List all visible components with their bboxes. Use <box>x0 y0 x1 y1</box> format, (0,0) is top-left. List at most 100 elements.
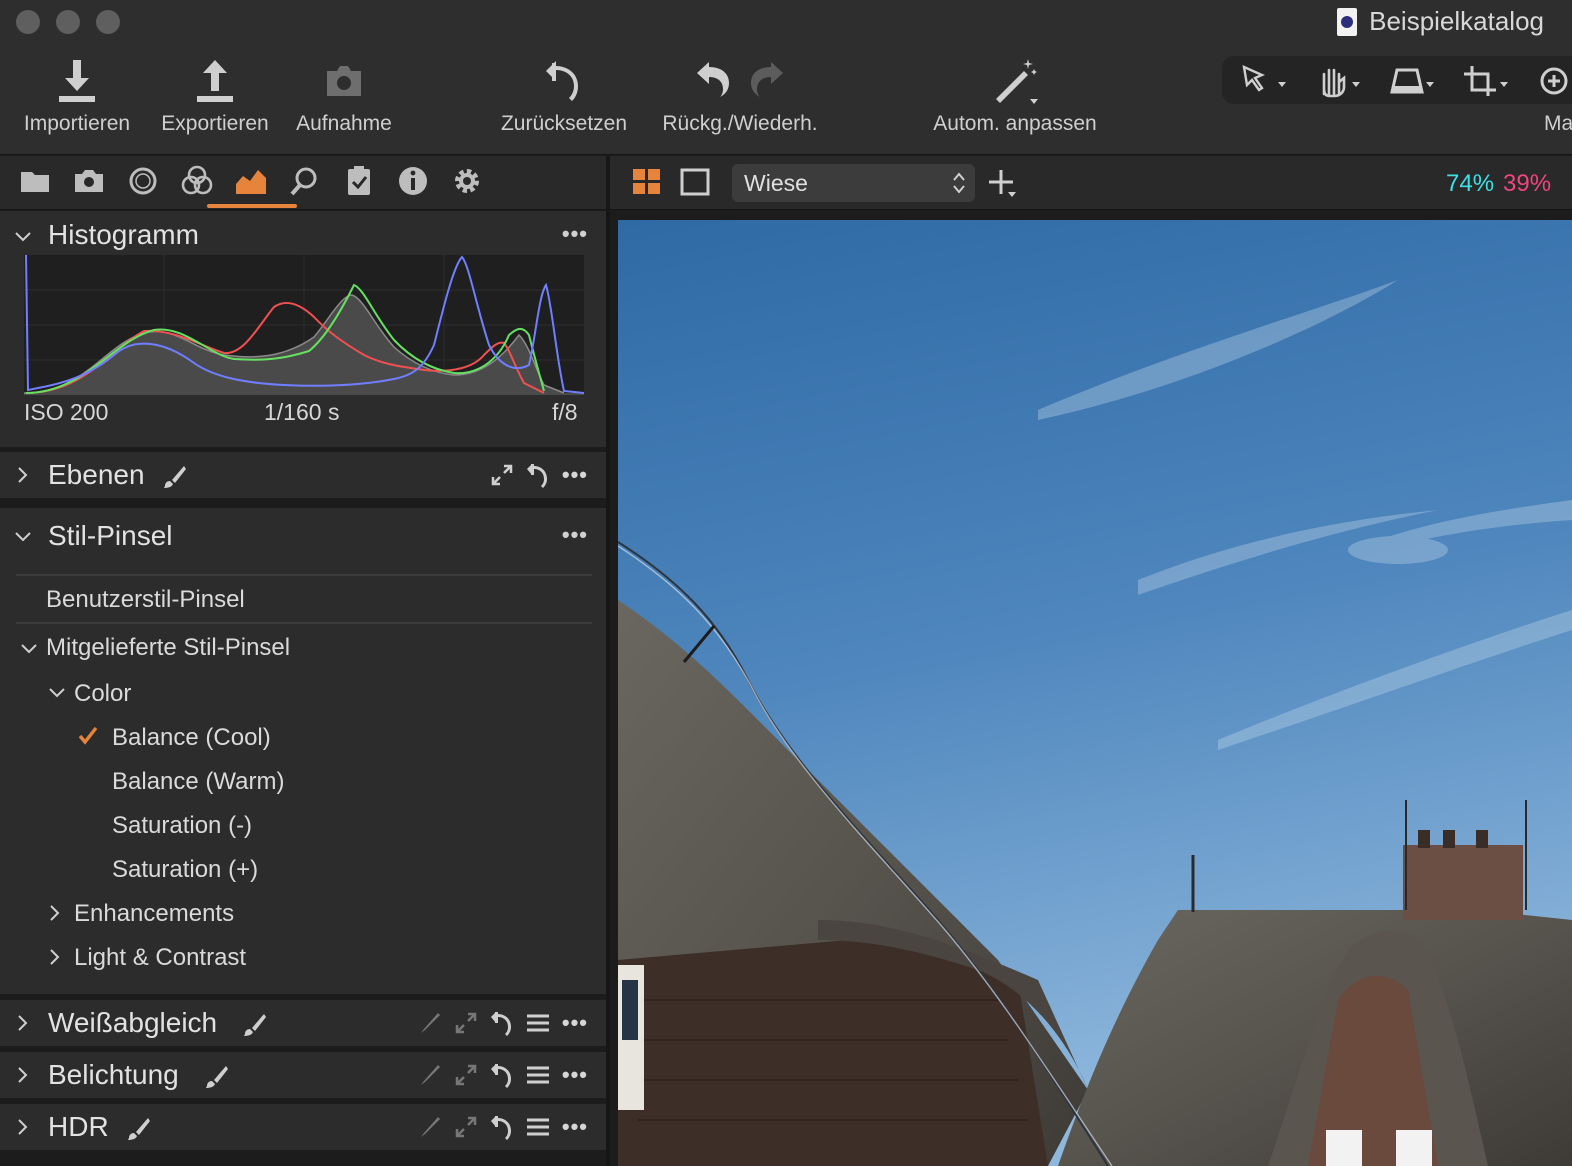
white-balance-panel[interactable]: Weißabgleich ••• <box>0 1000 606 1046</box>
histogram-aperture: f/8 <box>552 399 578 425</box>
panel-more-icon[interactable]: ••• <box>562 1010 588 1036</box>
histogram-title: Histogramm <box>48 219 199 250</box>
builtin-style-brushes-group[interactable]: Mitgelieferte Stil-Pinsel <box>46 634 290 662</box>
brush-icon <box>204 1064 230 1095</box>
layers-more-icon[interactable]: ••• <box>562 462 588 488</box>
export-button[interactable]: Exportieren <box>150 50 280 136</box>
more-tools-label: Ma <box>1544 112 1572 136</box>
stepper-icon <box>953 172 965 194</box>
panel-more-icon[interactable]: ••• <box>562 1114 588 1140</box>
reset-icon[interactable] <box>490 1062 514 1088</box>
close-window-button[interactable] <box>16 10 40 34</box>
reset-icon[interactable] <box>490 1114 514 1140</box>
presets-menu-icon[interactable] <box>526 1065 550 1085</box>
enhancements-group[interactable]: Enhancements <box>74 900 234 928</box>
import-icon <box>12 50 142 112</box>
exposure-panel-title: Belichtung <box>48 1059 179 1090</box>
crop-icon[interactable] <box>1462 64 1512 103</box>
grid-view-icon[interactable] <box>632 168 662 196</box>
exposure-panel[interactable]: Belichtung ••• <box>0 1052 606 1098</box>
panel-more-icon[interactable]: ••• <box>562 1062 588 1088</box>
reset-icon <box>490 50 638 112</box>
more-tools-text: Ma <box>1544 112 1572 135</box>
auto-adjust-label: Autom. anpassen <box>933 112 1097 135</box>
export-icon <box>150 50 280 112</box>
chevron-down-icon[interactable] <box>14 528 32 546</box>
auto-adjust-button[interactable]: Autom. anpassen <box>920 50 1110 136</box>
user-style-brushes-item[interactable]: Benutzerstil-Pinsel <box>46 586 245 614</box>
histogram-graph <box>24 255 584 395</box>
light-contrast-group[interactable]: Light & Contrast <box>74 944 246 972</box>
reset-button[interactable]: Zurücksetzen <box>490 50 638 136</box>
camera-icon <box>285 50 403 112</box>
histogram-panel: Histogramm ••• ISO 200 1/160 s f/8 <box>0 211 606 447</box>
reset-label: Zurücksetzen <box>500 112 628 135</box>
expand-icon[interactable] <box>454 1011 478 1035</box>
reset-icon[interactable] <box>490 1010 514 1036</box>
picker-icon[interactable] <box>418 1063 442 1087</box>
panel-separator <box>0 1150 606 1156</box>
keystone-icon[interactable] <box>1388 64 1438 103</box>
import-button[interactable]: Importieren <box>12 50 142 136</box>
info-icon[interactable] <box>396 164 430 198</box>
capture-label: Aufnahme <box>296 112 392 135</box>
add-icon[interactable] <box>988 168 1018 198</box>
style-item-saturation-plus[interactable]: Saturation (+) <box>112 856 258 884</box>
undo-icon[interactable] <box>695 58 729 104</box>
picker-icon[interactable] <box>418 1115 442 1139</box>
undo-redo-label: Rückg./Wiederh. <box>662 112 818 135</box>
photo-canvas[interactable] <box>618 220 1572 1166</box>
search-icon[interactable] <box>288 164 322 198</box>
library-icon[interactable] <box>18 164 52 198</box>
color-icon[interactable] <box>180 164 214 198</box>
pan-hand-icon[interactable] <box>1314 64 1364 103</box>
color-group[interactable]: Color <box>74 680 131 708</box>
settings-icon[interactable] <box>450 164 484 198</box>
histogram-more-icon[interactable]: ••• <box>562 221 588 247</box>
histogram-iso: ISO 200 <box>24 399 109 425</box>
single-view-icon[interactable] <box>680 168 710 196</box>
chevron-down-icon[interactable] <box>20 640 38 658</box>
expand-icon[interactable] <box>454 1063 478 1087</box>
import-label: Importieren <box>23 112 131 135</box>
zoom-window-button[interactable] <box>96 10 120 34</box>
presets-menu-icon[interactable] <box>526 1117 550 1137</box>
cursor-tools-group <box>1222 56 1572 104</box>
chevron-right-icon[interactable] <box>46 948 64 966</box>
presets-menu-icon[interactable] <box>526 1013 550 1033</box>
chevron-down-icon[interactable] <box>14 228 32 246</box>
chevron-right-icon[interactable] <box>14 466 32 484</box>
style-brushes-more-icon[interactable]: ••• <box>562 522 588 548</box>
chevron-right-icon[interactable] <box>14 1118 32 1136</box>
chevron-down-icon[interactable] <box>48 684 66 702</box>
style-item-balance-cool[interactable]: Balance (Cool) <box>112 724 271 752</box>
hdr-panel[interactable]: HDR ••• <box>0 1104 606 1150</box>
style-item-balance-warm[interactable]: Balance (Warm) <box>112 768 284 796</box>
minimize-window-button[interactable] <box>56 10 80 34</box>
layers-panel[interactable]: Ebenen ••• <box>0 452 606 498</box>
chevron-right-icon[interactable] <box>14 1066 32 1084</box>
lens-icon[interactable] <box>126 164 160 198</box>
catalog-document-icon <box>1337 7 1358 36</box>
focus-percentage-b: 39% <box>1503 170 1552 197</box>
magic-wand-icon <box>920 50 1110 112</box>
redo-icon[interactable] <box>751 58 785 104</box>
brush-icon <box>164 466 186 488</box>
style-brushes-title: Stil-Pinsel <box>48 520 173 551</box>
hdr-panel-title: HDR <box>48 1111 109 1142</box>
exposure-icon[interactable] <box>234 164 268 198</box>
clipboard-icon[interactable] <box>342 164 376 198</box>
style-item-saturation-minus[interactable]: Saturation (-) <box>112 812 252 840</box>
preset-select[interactable]: Wiese <box>732 164 975 202</box>
chevron-right-icon[interactable] <box>46 904 64 922</box>
chevron-right-icon[interactable] <box>14 1014 32 1032</box>
panel-divider[interactable] <box>606 156 610 1166</box>
reset-icon[interactable] <box>526 462 550 488</box>
expand-icon[interactable] <box>490 463 514 487</box>
rotate-icon[interactable] <box>1534 62 1572 105</box>
expand-icon[interactable] <box>454 1115 478 1139</box>
picker-icon[interactable] <box>418 1011 442 1035</box>
camera-icon[interactable] <box>72 164 106 198</box>
capture-button[interactable]: Aufnahme <box>285 50 403 136</box>
select-cursor-icon[interactable] <box>1240 64 1290 103</box>
